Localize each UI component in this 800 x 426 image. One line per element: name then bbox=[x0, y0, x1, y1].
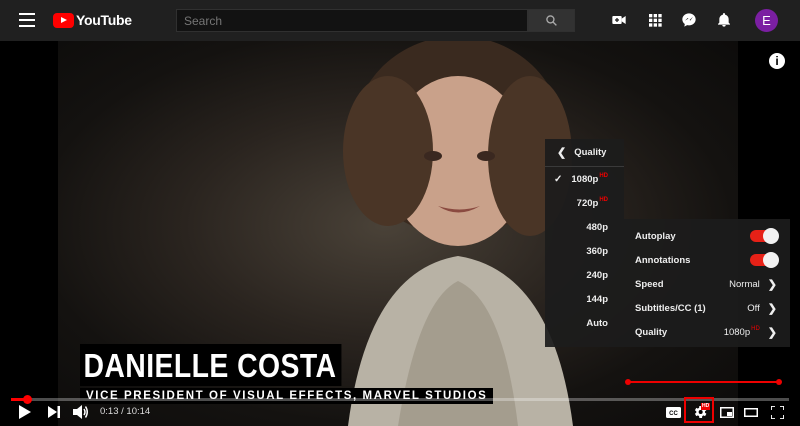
play-button[interactable] bbox=[17, 404, 33, 420]
menu-icon[interactable] bbox=[19, 13, 35, 27]
subtitles-value: Off bbox=[747, 302, 760, 314]
speed-label: Speed bbox=[635, 278, 664, 290]
quality-option-144p[interactable]: 144p bbox=[545, 287, 624, 311]
play-icon bbox=[19, 405, 31, 419]
apps-grid-icon[interactable] bbox=[647, 12, 663, 28]
masthead: YouTube E bbox=[0, 0, 800, 41]
quality-row[interactable]: Quality 1080p HD ❯ bbox=[624, 320, 790, 344]
chevron-right-icon: ❯ bbox=[767, 302, 777, 315]
annotations-row[interactable]: Annotations bbox=[624, 248, 790, 272]
speed-row[interactable]: Speed Normal ❯ bbox=[624, 272, 790, 296]
messages-icon[interactable] bbox=[681, 12, 697, 28]
youtube-play-logo-icon bbox=[53, 12, 74, 28]
hd-badge: HD bbox=[751, 326, 760, 332]
time-display: 0:13 / 10:14 bbox=[100, 406, 150, 417]
quality-menu: ❮ Quality ✓ 1080p HD 720p HD 480p 360p 240… bbox=[545, 139, 624, 347]
miniplayer-button[interactable] bbox=[718, 404, 736, 420]
speaker-name: DANIELLE COSTA bbox=[80, 344, 342, 386]
quality-option-480p[interactable]: 480p bbox=[545, 215, 624, 239]
quality-menu-title: Quality bbox=[574, 147, 607, 158]
autoplay-label: Autoplay bbox=[635, 230, 676, 242]
settings-menu: Autoplay Annotations Speed Normal ❯ Subti… bbox=[624, 219, 790, 347]
subtitles-label: Subtitles/CC (1) bbox=[635, 302, 706, 314]
quality-option-label: 480p bbox=[586, 221, 608, 233]
scrubber-handle[interactable] bbox=[22, 395, 32, 404]
quality-back-button[interactable]: ❮ Quality bbox=[545, 139, 624, 167]
hd-badge: HD bbox=[701, 403, 711, 410]
progress-bar[interactable] bbox=[11, 395, 789, 404]
closed-captions-icon: CC bbox=[665, 406, 681, 418]
captions-button[interactable]: CC bbox=[664, 404, 682, 420]
quality-option-1080p[interactable]: ✓ 1080p HD bbox=[545, 167, 624, 191]
youtube-page: YouTube E i DANIEL bbox=[0, 0, 800, 426]
search-input[interactable] bbox=[176, 9, 528, 32]
annotations-toggle[interactable] bbox=[750, 252, 779, 268]
svg-text:CC: CC bbox=[669, 411, 678, 417]
next-button[interactable] bbox=[46, 404, 62, 420]
quality-option-auto[interactable]: Auto bbox=[545, 311, 624, 335]
lower-third: DANIELLE COSTA VICE PRESIDENT OF VISUAL … bbox=[80, 344, 494, 404]
quality-value: 1080p bbox=[723, 326, 751, 338]
hd-badge: HD bbox=[599, 197, 608, 203]
mute-button[interactable] bbox=[72, 404, 90, 420]
hd-badge: HD bbox=[599, 173, 608, 179]
speed-value: Normal bbox=[729, 278, 760, 290]
search-button[interactable] bbox=[528, 9, 575, 32]
quality-option-720p[interactable]: 720p HD bbox=[545, 191, 624, 215]
fullscreen-button[interactable] bbox=[768, 404, 786, 420]
theater-mode-icon bbox=[744, 407, 758, 417]
annotations-label: Annotations bbox=[635, 254, 691, 266]
check-icon: ✓ bbox=[554, 173, 563, 185]
autoplay-toggle[interactable] bbox=[750, 228, 779, 244]
quality-label: Quality bbox=[635, 326, 668, 338]
next-icon bbox=[48, 406, 60, 418]
miniplayer-icon bbox=[720, 406, 734, 418]
chevron-right-icon: ❯ bbox=[767, 278, 777, 291]
quality-option-label: 144p bbox=[586, 293, 608, 305]
settings-button[interactable]: HD bbox=[690, 403, 711, 420]
subtitles-row[interactable]: Subtitles/CC (1) Off ❯ bbox=[624, 296, 790, 320]
theater-mode-button[interactable] bbox=[742, 404, 760, 420]
avatar[interactable]: E bbox=[755, 9, 778, 32]
chevron-right-icon: ❯ bbox=[767, 326, 777, 339]
quality-option-label: Auto bbox=[586, 317, 608, 329]
quality-option-label: 240p bbox=[586, 269, 608, 281]
autoplay-row[interactable]: Autoplay bbox=[624, 224, 790, 248]
chevron-left-icon: ❮ bbox=[557, 147, 567, 159]
current-time: 0:13 bbox=[100, 406, 119, 417]
search-icon bbox=[546, 15, 557, 26]
bell-icon[interactable] bbox=[716, 12, 732, 28]
quality-option-240p[interactable]: 240p bbox=[545, 263, 624, 287]
volume-icon bbox=[73, 405, 88, 419]
info-icon[interactable]: i bbox=[769, 53, 785, 69]
duration: 10:14 bbox=[126, 406, 151, 417]
logo-text: YouTube bbox=[76, 12, 132, 28]
fullscreen-icon bbox=[770, 405, 784, 419]
video-camera-plus-icon[interactable] bbox=[611, 12, 627, 28]
speaker-title: VICE PRESIDENT OF VISUAL EFFECTS, MARVEL… bbox=[80, 388, 494, 404]
quality-option-360p[interactable]: 360p bbox=[545, 239, 624, 263]
youtube-logo[interactable]: YouTube bbox=[53, 12, 132, 28]
quality-option-label: 1080p bbox=[571, 173, 599, 185]
quality-option-label: 720p bbox=[576, 197, 599, 209]
quality-option-label: 360p bbox=[586, 245, 608, 257]
